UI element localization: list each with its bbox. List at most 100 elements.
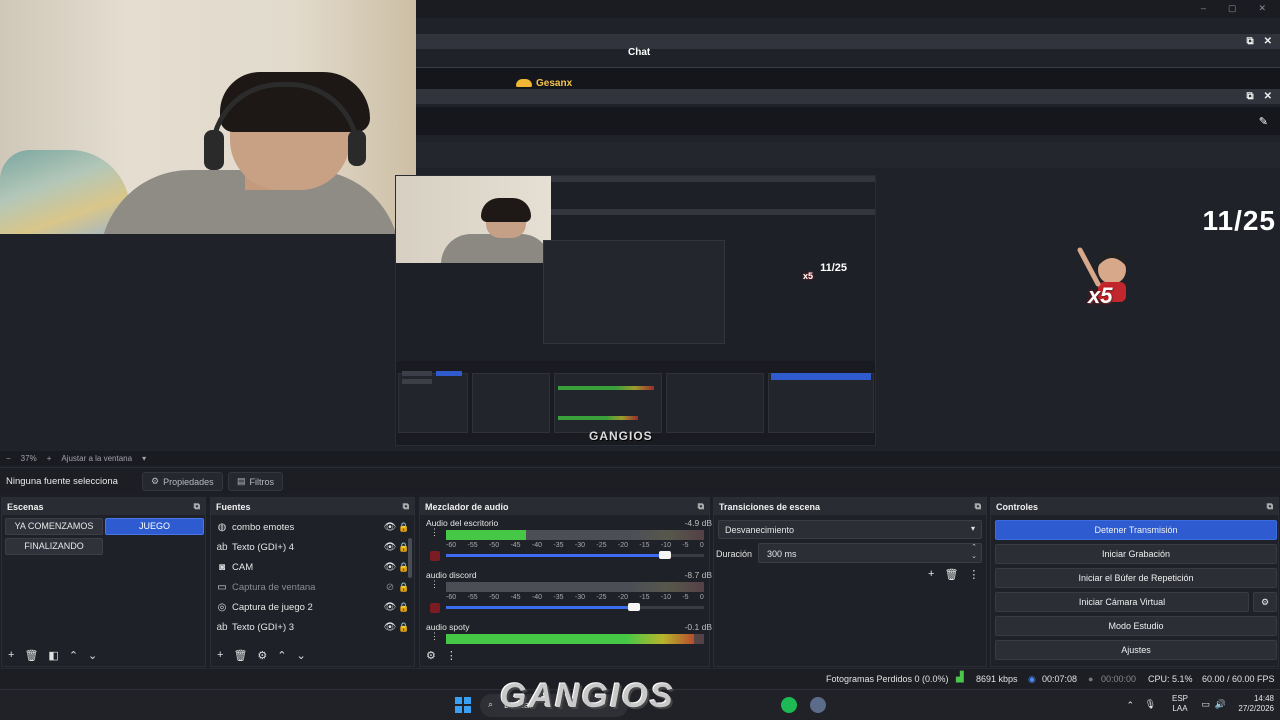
sources-title: Fuentes ⧉ <box>211 498 414 515</box>
scale-tick: -55 <box>467 594 478 601</box>
scale-tick: -30 <box>574 594 586 601</box>
no-source-label: Ninguna fuente selecciona <box>6 476 118 487</box>
volume-slider[interactable] <box>446 603 704 611</box>
chat-username: Gesanx <box>536 78 573 89</box>
menu-dots-icon[interactable]: ⋮ <box>430 528 440 537</box>
duration-spinbox[interactable]: 300 ms ⌃ ⌄ <box>758 543 982 563</box>
chat-message-row: Gesanx <box>416 67 1280 89</box>
source-item[interactable]: ◎ Captura de juego 2 👁 🔒 <box>215 597 411 617</box>
transition-select[interactable]: Desvanecimiento ▾ <box>718 520 982 539</box>
settings-button[interactable]: Ajustes <box>995 640 1277 660</box>
record-time: 00:00:00 <box>1101 674 1137 684</box>
popout-icon: ⧉ <box>1246 91 1254 102</box>
source-item[interactable]: ◙ CAM 👁 🔒 <box>215 557 411 577</box>
source-item[interactable]: ▭ Captura de ventana ⊘ 🔒 <box>215 577 411 597</box>
mute-icon[interactable] <box>430 551 440 561</box>
lock-icon[interactable]: 🔒 <box>397 582 411 593</box>
mute-icon[interactable] <box>430 603 440 613</box>
gear-icon[interactable]: ⚙ <box>426 649 436 662</box>
scenes-title: Escenas ⧉ <box>2 498 205 515</box>
up-icon[interactable]: ⌃ <box>69 649 78 662</box>
close-icon[interactable]: ✕ <box>1258 3 1266 14</box>
replay-buffer-button[interactable]: Iniciar el Búfer de Repetición <box>995 568 1277 588</box>
zoom-out-button[interactable]: − <box>6 454 11 463</box>
window-titlebar: – ▢ ✕ <box>416 0 1280 18</box>
gear-icon: ⚙ <box>1260 597 1270 607</box>
start-recording-button[interactable]: Iniciar Grabación <box>995 544 1277 564</box>
chat-title: Chat <box>628 47 651 58</box>
virtual-camera-settings-button[interactable]: ⚙ <box>1253 592 1277 612</box>
scale-tick: -5 <box>682 594 689 601</box>
slider-knob[interactable] <box>659 551 672 559</box>
text-icon: ab <box>216 541 228 553</box>
studio-mode-button[interactable]: Modo Estudio <box>995 616 1277 636</box>
spotify-icon[interactable] <box>781 697 797 713</box>
language-indicator[interactable]: ESP LAA <box>1172 694 1188 714</box>
filter-icon[interactable]: ◧ <box>48 649 58 662</box>
chevron-up-icon[interactable]: ⌃ <box>1126 700 1134 711</box>
zoom-in-button[interactable]: + <box>47 454 52 463</box>
add-icon[interactable]: + <box>8 649 14 661</box>
meter-scale: -60 -55 -50 -45 -40 -35 -30 -25 -20 -15 -10 -5 0 <box>446 542 704 549</box>
scale-tick: -25 <box>596 542 607 549</box>
trash-icon[interactable]: 🗑 <box>24 649 38 662</box>
lock-icon[interactable]: 🔒 <box>397 522 411 533</box>
network-icon[interactable]: ▭ <box>1201 699 1210 710</box>
volume-meter <box>446 530 704 540</box>
minimize-icon[interactable]: – <box>1201 3 1206 14</box>
trash-icon[interactable]: 🗑 <box>944 568 958 581</box>
text-icon: ab <box>216 621 228 633</box>
menu-dots-icon[interactable]: ⋮ <box>968 568 979 581</box>
menu-dots-icon[interactable]: ⋮ <box>446 649 457 662</box>
clock[interactable]: 14:48 27/2/2026 <box>1230 694 1274 714</box>
preview-canvas[interactable]: – ▢ ✕ ⧉ ✕ Chat Gesanx ⧉ ✕ ✎ 11/25 x5 GAN… <box>0 0 1280 451</box>
lock-icon[interactable]: 🔒 <box>397 602 411 613</box>
lock-icon[interactable]: 🔒 <box>397 622 411 633</box>
scrollbar[interactable] <box>408 538 412 578</box>
virtual-camera-button[interactable]: Iniciar Cámara Virtual <box>995 592 1249 612</box>
zoom-fit-select[interactable]: Ajustar a la ventana <box>61 454 132 463</box>
add-icon[interactable]: + <box>217 649 223 661</box>
camera-icon: ◙ <box>218 561 226 573</box>
obs-icon[interactable] <box>810 697 826 713</box>
source-item[interactable]: ◍ combo emotes 👁 🔒 <box>215 517 411 537</box>
properties-button[interactable]: ⚙ Propiedades <box>142 472 223 491</box>
up-icon[interactable]: ⌃ <box>277 649 286 662</box>
duration-label: Duración <box>716 549 753 559</box>
mixer-channel: audio spoty -0.1 dB ⋮ <box>426 622 712 644</box>
down-icon[interactable]: ⌄ <box>88 649 97 662</box>
stop-stream-button[interactable]: Detener Transmisión <box>995 520 1277 540</box>
scale-tick: -20 <box>617 594 628 601</box>
eye-icon[interactable]: 👁 <box>383 622 397 633</box>
gear-icon[interactable]: ⚙ <box>257 649 267 662</box>
microphone-icon[interactable]: 🎙 <box>1145 699 1156 710</box>
scale-tick: -35 <box>553 542 564 549</box>
maximize-icon[interactable]: ▢ <box>1228 3 1237 14</box>
slider-knob[interactable] <box>628 603 641 611</box>
spinner-icon[interactable]: ⌃ ⌄ <box>971 543 977 561</box>
chevron-down-icon[interactable]: ▾ <box>142 454 146 463</box>
scene-juego[interactable]: JUEGO <box>105 518 204 535</box>
volume-icon[interactable]: 🔊 <box>1215 699 1226 710</box>
filters-button[interactable]: ▤ Filtros <box>228 472 284 491</box>
scene-ya-comenzamos[interactable]: YA COMENZAMOS <box>5 518 103 535</box>
source-item[interactable]: ab Texto (GDI+) 3 👁 🔒 <box>215 617 411 637</box>
windows-start-icon[interactable] <box>455 697 471 713</box>
down-icon[interactable]: ⌄ <box>297 649 306 662</box>
trash-icon[interactable]: 🗑 <box>233 649 247 662</box>
eye-icon[interactable]: 👁 <box>383 522 397 533</box>
eye-icon[interactable]: 👁 <box>383 562 397 573</box>
bitrate: 8691 kbps <box>976 674 1018 684</box>
volume-slider[interactable] <box>446 551 704 559</box>
eye-hidden-icon[interactable]: ⊘ <box>383 582 397 593</box>
menu-dots-icon[interactable]: ⋮ <box>430 632 440 641</box>
captured-window-bar: ⧉ ✕ <box>416 34 1280 49</box>
scene-finalizando[interactable]: FINALIZANDO <box>5 538 103 555</box>
channel-db: -8.7 dB <box>684 570 712 580</box>
source-item[interactable]: ab Texto (GDI+) 4 👁 🔒 <box>215 537 411 557</box>
search-icon: ⌕ <box>488 699 494 709</box>
menu-dots-icon[interactable]: ⋮ <box>430 580 440 589</box>
add-icon[interactable]: + <box>928 568 934 581</box>
eye-icon[interactable]: 👁 <box>383 542 397 553</box>
eye-icon[interactable]: 👁 <box>383 602 397 613</box>
